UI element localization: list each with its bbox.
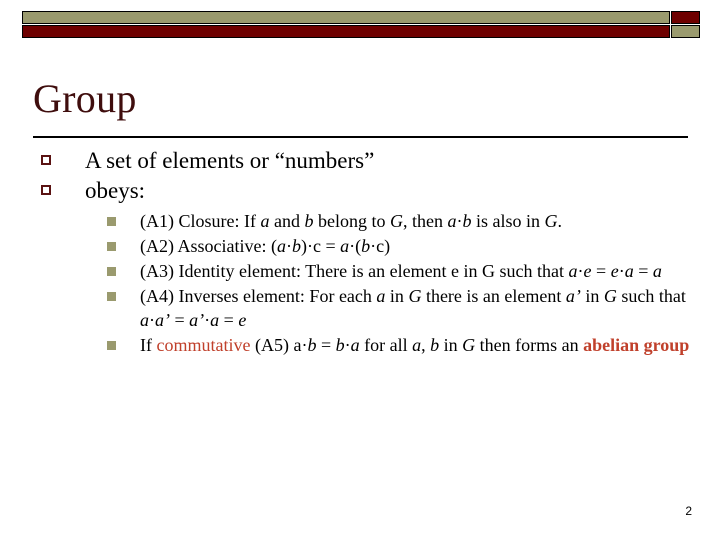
slide-body: A set of elements or “numbers” obeys: (A… (33, 146, 693, 358)
square-filled-bullet-icon (107, 341, 116, 350)
olive-square (671, 25, 700, 38)
square-filled-bullet-icon (107, 217, 116, 226)
list-item: (A3) Identity element: There is an eleme… (85, 259, 693, 283)
list-item: A set of elements or “numbers” (33, 146, 693, 176)
axiom-a1-text: (A1) Closure: If a and b belong to G, th… (140, 211, 562, 231)
list-item: (A4) Inverses element: For each a in G t… (85, 284, 693, 332)
bullet-list-level1: A set of elements or “numbers” obeys: (A… (33, 146, 693, 357)
page-number: 2 (685, 504, 692, 518)
title-divider (33, 136, 688, 138)
square-filled-bullet-icon (107, 242, 116, 251)
square-outline-bullet-icon (41, 185, 51, 195)
list-item: (A1) Closure: If a and b belong to G, th… (85, 209, 693, 233)
bullet-text: obeys: (85, 178, 146, 203)
olive-bar (22, 11, 670, 24)
list-item: obeys: (A1) Closure: If a and b belong t… (33, 176, 693, 357)
header-decoration (22, 11, 700, 39)
bullet-list-level2: (A1) Closure: If a and b belong to G, th… (85, 209, 693, 357)
square-filled-bullet-icon (107, 292, 116, 301)
axiom-a4-text: (A4) Inverses element: For each a in G t… (140, 286, 686, 330)
axiom-a2-text: (A2) Associative: (a·b)·c = a·(b·c) (140, 236, 391, 256)
axiom-a5-text: If commutative (A5) a·b = b·a for all a,… (140, 335, 690, 355)
dark-red-bar (22, 25, 670, 38)
axiom-a3-text: (A3) Identity element: There is an eleme… (140, 261, 662, 281)
page-title: Group (33, 76, 137, 121)
bullet-text: A set of elements or “numbers” (85, 148, 375, 173)
square-outline-bullet-icon (41, 155, 51, 165)
dark-red-square (671, 11, 700, 24)
square-filled-bullet-icon (107, 267, 116, 276)
list-item: (A2) Associative: (a·b)·c = a·(b·c) (85, 234, 693, 258)
list-item: If commutative (A5) a·b = b·a for all a,… (85, 333, 693, 357)
